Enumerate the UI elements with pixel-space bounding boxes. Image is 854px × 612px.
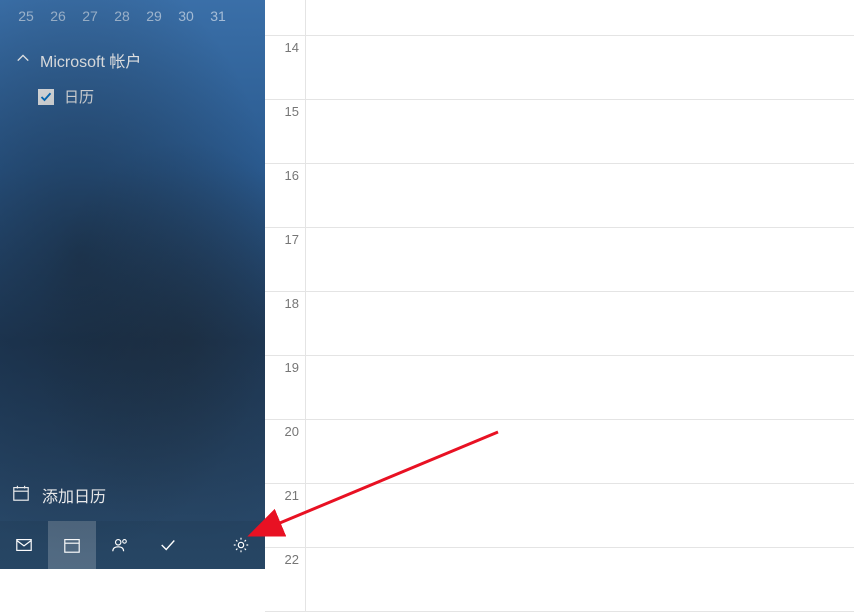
calendar-button[interactable] xyxy=(48,521,96,569)
add-calendar-button[interactable]: 添加日历 xyxy=(0,469,265,521)
mini-cal-day[interactable]: 26 xyxy=(44,8,72,24)
hour-label: 21 xyxy=(265,484,306,547)
mini-calendar-row: 25 26 27 28 29 30 31 xyxy=(0,0,265,36)
add-calendar-label: 添加日历 xyxy=(42,483,106,507)
people-icon xyxy=(111,536,129,554)
calendar-label: 日历 xyxy=(64,86,94,107)
mini-cal-day[interactable]: 29 xyxy=(140,8,168,24)
hour-label: 20 xyxy=(265,420,306,483)
hour-row[interactable]: 18 xyxy=(265,292,854,356)
hour-cell[interactable] xyxy=(306,420,854,483)
hour-cell[interactable] xyxy=(306,548,854,611)
account-title: Microsoft 帐户 xyxy=(40,48,141,72)
calendar-grid: 14 15 16 17 18 19 20 21 22 xyxy=(265,0,854,569)
hour-cell[interactable] xyxy=(306,356,854,419)
hour-label: 16 xyxy=(265,164,306,227)
mini-cal-day[interactable]: 27 xyxy=(76,8,104,24)
hour-label: 14 xyxy=(265,36,306,99)
hour-cell[interactable] xyxy=(306,100,854,163)
hour-cell[interactable] xyxy=(306,164,854,227)
calendar-checkbox[interactable] xyxy=(38,89,54,105)
calendar-list-item[interactable]: 日历 xyxy=(16,72,249,107)
hour-row[interactable]: 16 xyxy=(265,164,854,228)
hour-label: 18 xyxy=(265,292,306,355)
hour-row[interactable]: 17 xyxy=(265,228,854,292)
hour-label: 22 xyxy=(265,548,306,611)
account-header[interactable]: Microsoft 帐户 xyxy=(16,48,249,72)
hour-label: 15 xyxy=(265,100,306,163)
mini-cal-day[interactable]: 25 xyxy=(12,8,40,24)
mini-cal-day[interactable]: 31 xyxy=(204,8,232,24)
bottom-nav xyxy=(0,521,265,569)
hour-cell[interactable] xyxy=(306,484,854,547)
hour-label xyxy=(265,0,306,35)
calendar-icon xyxy=(63,536,81,554)
todo-button[interactable] xyxy=(144,521,192,569)
mail-icon xyxy=(15,536,33,554)
hour-row[interactable]: 20 xyxy=(265,420,854,484)
mini-cal-day[interactable]: 30 xyxy=(172,8,200,24)
settings-button[interactable] xyxy=(217,521,265,569)
hour-row[interactable]: 21 xyxy=(265,484,854,548)
gear-icon xyxy=(232,536,250,554)
hour-cell[interactable] xyxy=(306,228,854,291)
people-button[interactable] xyxy=(96,521,144,569)
hour-row[interactable]: 19 xyxy=(265,356,854,420)
hour-row[interactable]: 14 xyxy=(265,36,854,100)
hour-cell[interactable] xyxy=(306,0,854,35)
hour-row[interactable]: 15 xyxy=(265,100,854,164)
hour-row[interactable]: 22 xyxy=(265,548,854,612)
sidebar: 25 26 27 28 29 30 31 Microsoft 帐户 日历 添加日… xyxy=(0,0,265,569)
hour-cell[interactable] xyxy=(306,36,854,99)
account-section: Microsoft 帐户 日历 xyxy=(0,36,265,119)
sidebar-spacer xyxy=(0,119,265,469)
hour-label: 17 xyxy=(265,228,306,291)
checkmark-icon xyxy=(159,536,177,554)
hour-label: 19 xyxy=(265,356,306,419)
mail-button[interactable] xyxy=(0,521,48,569)
hour-row[interactable] xyxy=(265,0,854,36)
mini-cal-day[interactable]: 28 xyxy=(108,8,136,24)
hour-cell[interactable] xyxy=(306,292,854,355)
chevron-up-icon xyxy=(16,51,30,70)
calendar-add-icon xyxy=(12,484,30,507)
